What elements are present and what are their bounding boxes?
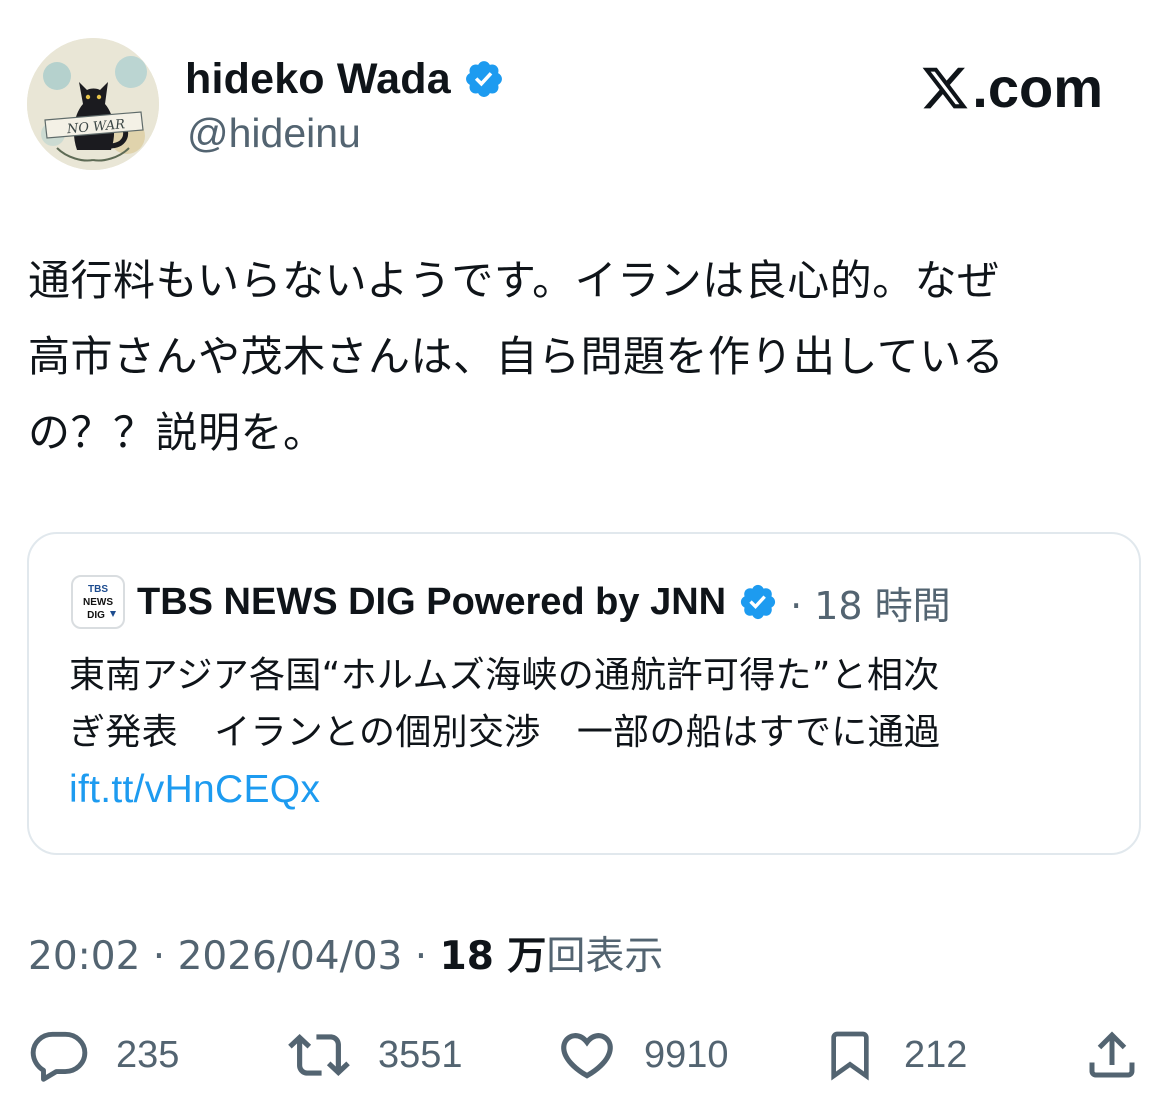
tweet-header: NO WAR hideko Wada @hideinu .com — [27, 38, 1143, 170]
tweet-text-line: の？？説明を。 — [28, 408, 326, 457]
logo-line-1: TBS — [88, 584, 108, 595]
tweet-text: 通行料もいらないようです。イランは良心的。なぜ 高市さんや茂木さんは、自ら問題を… — [28, 243, 1138, 471]
views-count: 18 万 — [439, 934, 547, 979]
tweet-text-line: 通行料もいらないようです。イランは良心的。なぜ — [28, 256, 1000, 305]
x-com-logo: .com — [920, 55, 1103, 120]
repost-count: 3551 — [378, 1033, 463, 1076]
quoted-tweet-line: 東南アジア各国“ホルムズ海峡の通航許可得た”と相次 — [69, 655, 940, 696]
repost-button[interactable]: 3551 — [286, 1020, 463, 1090]
display-name[interactable]: hideko Wada — [185, 55, 451, 104]
quoted-tweet-link[interactable]: ift.tt/vHnCEQx — [69, 761, 1119, 818]
repost-icon — [288, 1034, 350, 1076]
brand-domain-text: .com — [972, 56, 1103, 119]
avatar[interactable]: NO WAR — [27, 38, 159, 170]
tweet-meta: 20:02 · 2026/04/03 · 18 万回表示 — [28, 925, 663, 981]
user-handle[interactable]: @hideinu — [187, 110, 361, 157]
verified-badge-icon — [741, 584, 776, 620]
action-bar: 235 3551 9910 212 — [28, 1020, 1142, 1090]
reply-icon — [30, 1031, 88, 1082]
tweet-text-line: 高市さんや茂木さんは、自ら問題を作り出している — [28, 332, 1005, 381]
heart-icon — [561, 1033, 613, 1079]
quoted-tweet-time: · 18 時間 — [790, 583, 951, 628]
quoted-tweet-header: TBS NEWS DIG TBS NEWS DIG Powered by JNN… — [71, 574, 951, 630]
logo-line-3: DIG — [87, 610, 105, 621]
logo-line-2: NEWS — [83, 597, 113, 608]
quoted-tweet-card[interactable]: TBS NEWS DIG TBS NEWS DIG Powered by JNN… — [27, 532, 1141, 855]
quoted-tweet-body: 東南アジア各国“ホルムズ海峡の通航許可得た”と相次 ぎ発表 イランとの個別交渉 … — [69, 647, 1119, 818]
reply-count: 235 — [116, 1033, 180, 1076]
quoted-author-name[interactable]: TBS NEWS DIG Powered by JNN — [137, 581, 726, 624]
bookmark-icon — [831, 1031, 869, 1081]
verified-badge-icon — [465, 61, 502, 97]
x-logo-icon — [922, 67, 968, 108]
reply-button[interactable]: 235 — [28, 1020, 179, 1090]
views-label: 回表示 — [546, 934, 664, 979]
display-name-row: hideko Wada — [185, 53, 505, 105]
quoted-tweet-line: ぎ発表 イランとの個別交渉 一部の船はすでに通過 — [69, 712, 941, 753]
like-button[interactable]: 9910 — [556, 1020, 729, 1090]
share-button[interactable] — [1082, 1020, 1142, 1090]
bookmark-count: 212 — [904, 1033, 968, 1076]
tbs-news-dig-avatar[interactable]: TBS NEWS DIG — [71, 575, 125, 629]
bookmark-button[interactable]: 212 — [822, 1020, 967, 1090]
like-count: 9910 — [644, 1033, 729, 1076]
black-cat-avatar-image: NO WAR — [27, 38, 159, 170]
tbs-news-dig-logo: TBS NEWS DIG — [83, 584, 116, 621]
tweet-timestamp[interactable]: 20:02 · 2026/04/03 · — [28, 934, 440, 979]
share-icon — [1089, 1031, 1135, 1078]
